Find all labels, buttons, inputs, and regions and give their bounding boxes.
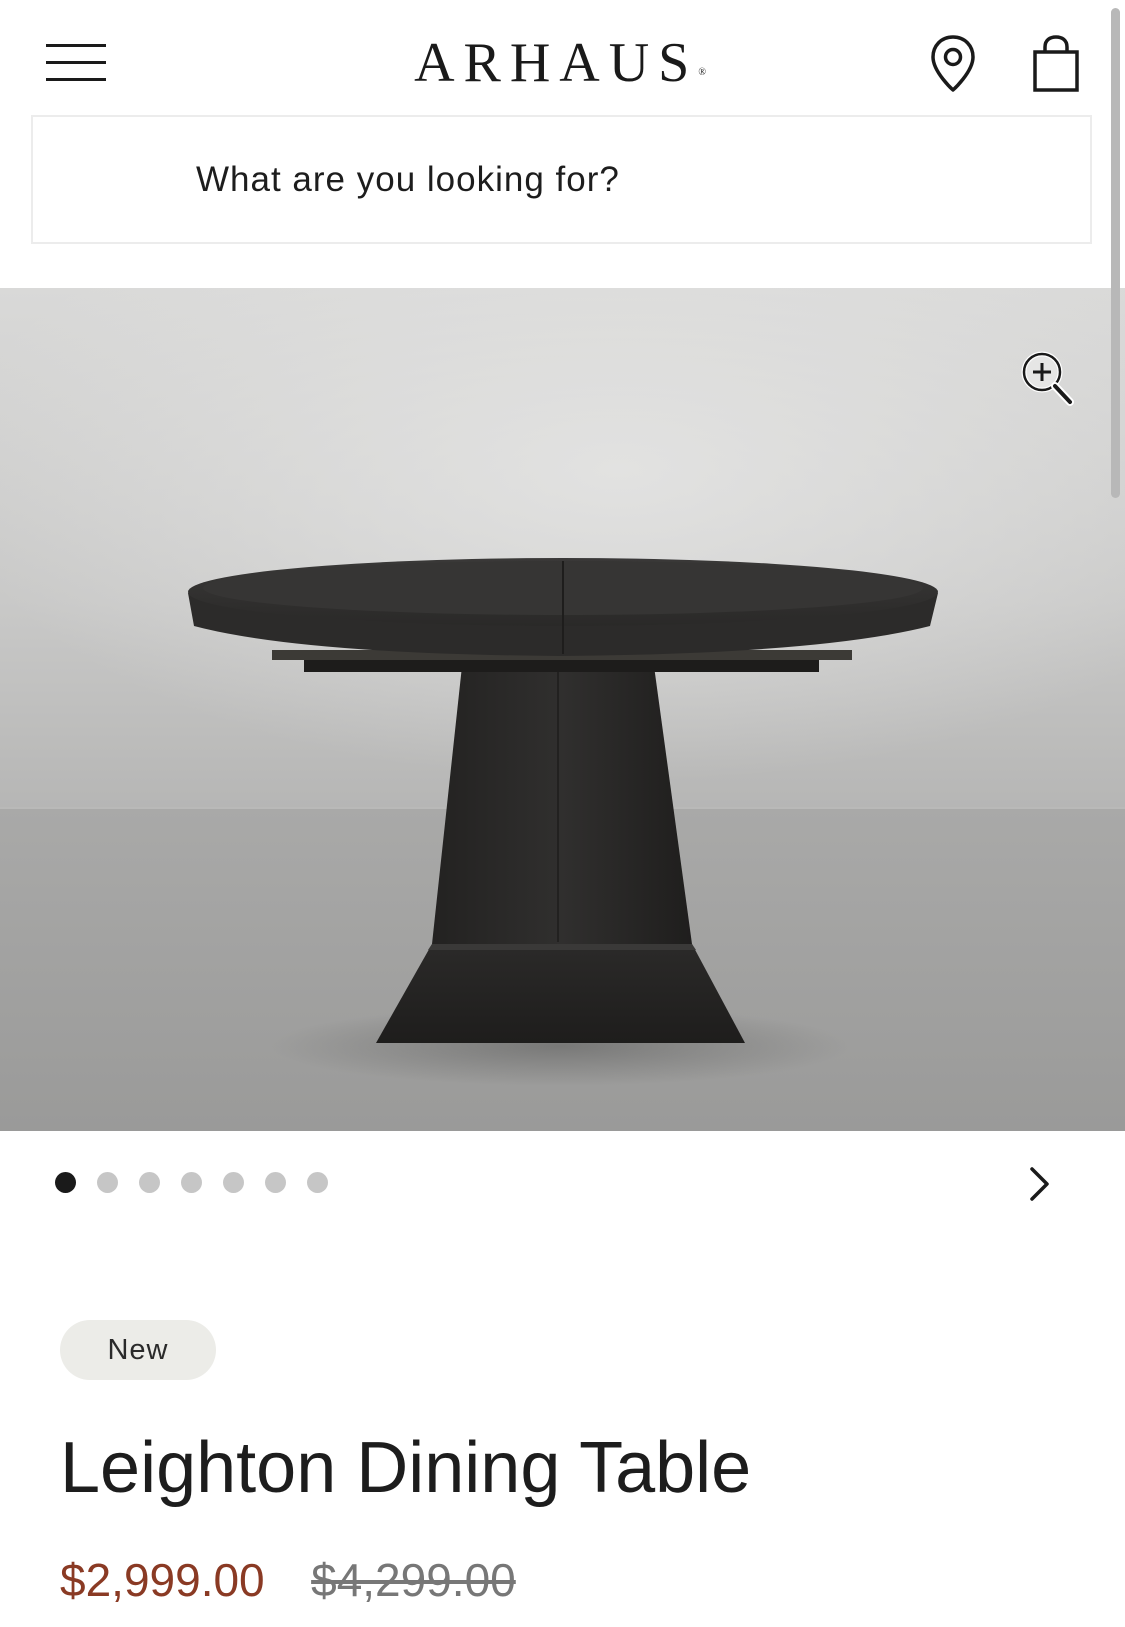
site-header: ARHAUS® [0,0,1125,115]
carousel-dot[interactable] [139,1172,160,1193]
original-price: $4,299.00 [311,1554,516,1606]
zoom-in-icon[interactable] [1020,348,1076,408]
shopping-bag-icon[interactable] [1030,34,1082,94]
brand-name: ARHAUS [414,32,699,94]
chevron-right-icon[interactable] [1022,1164,1056,1204]
search-input[interactable] [33,117,1090,242]
hamburger-menu-icon[interactable] [46,40,108,86]
map-pin-icon[interactable] [928,34,978,94]
carousel-dot[interactable] [55,1172,76,1193]
brand-logo[interactable]: ARHAUS® [380,30,740,96]
product-title: Leighton Dining Table [60,1428,752,1508]
product-page: ARHAUS® What are you looking for? New Le… [0,0,1125,1627]
carousel-dot[interactable] [307,1172,328,1193]
new-badge: New [60,1320,216,1380]
price-row: $2,999.00 $4,299.00 [60,1548,516,1612]
sale-price: $2,999.00 [60,1554,265,1606]
registered-mark: ® [698,67,706,78]
carousel-dot[interactable] [265,1172,286,1193]
search-bar [31,115,1092,244]
scrollbar-thumb[interactable] [1111,8,1120,498]
carousel-dot[interactable] [97,1172,118,1193]
product-image[interactable] [0,288,1125,1131]
carousel-dot[interactable] [181,1172,202,1193]
carousel-dot[interactable] [223,1172,244,1193]
scrollbar[interactable] [1106,0,1125,1627]
